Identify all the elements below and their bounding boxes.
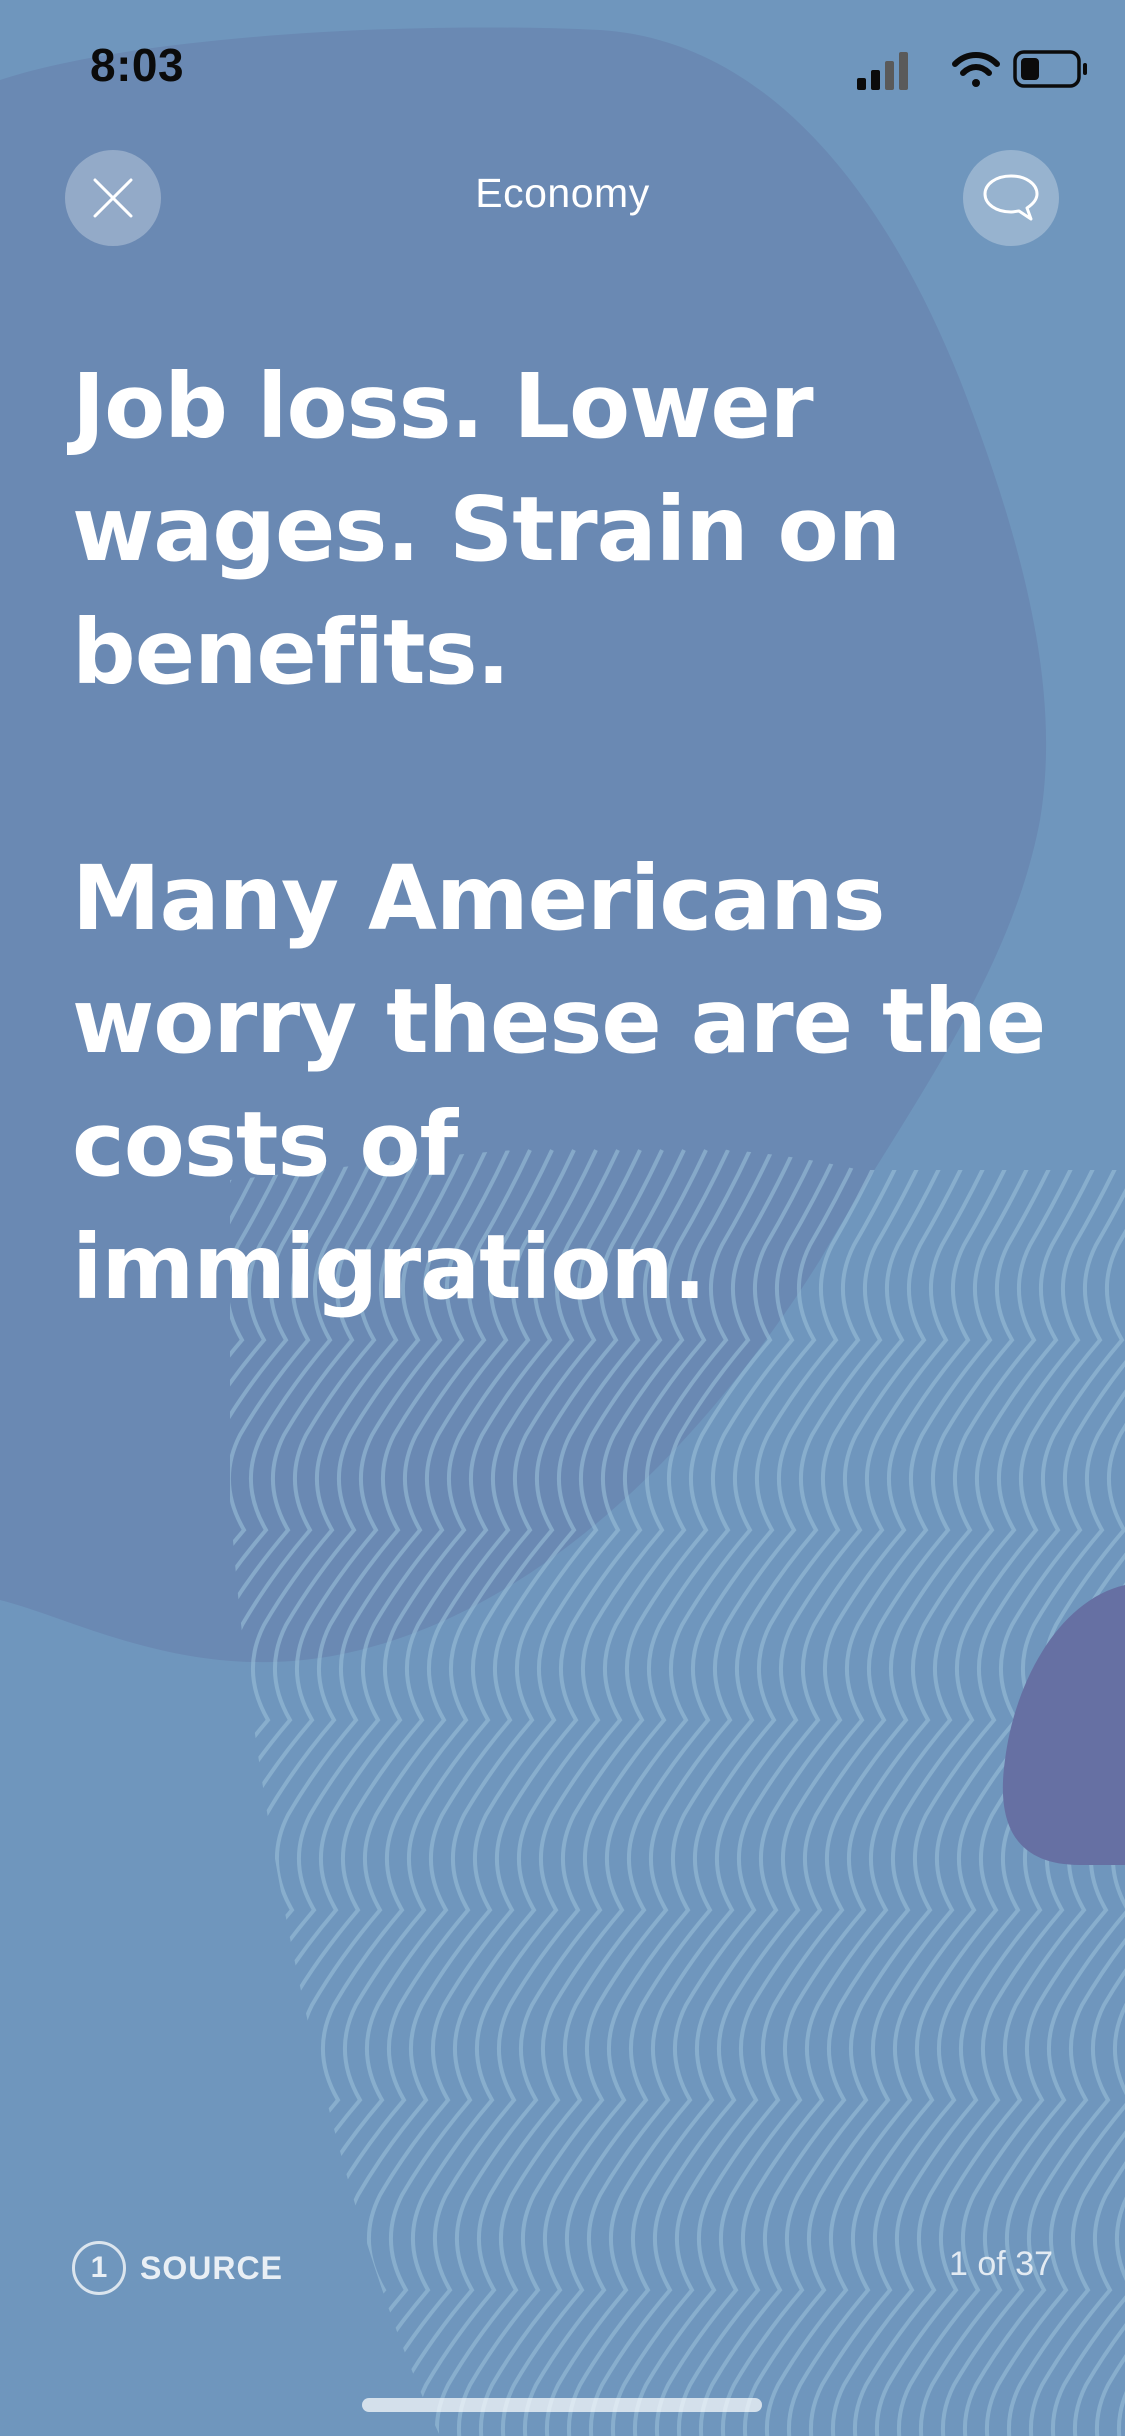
home-indicator[interactable]	[362, 2398, 762, 2412]
story-headline: Job loss. Lower wages. Strain on benefit…	[72, 345, 1072, 1329]
signal-icon	[857, 52, 908, 90]
headline-paragraph: Job loss. Lower wages. Strain on benefit…	[72, 354, 901, 704]
status-time: 8:03	[90, 39, 185, 91]
source-label: SOURCE	[140, 2249, 283, 2286]
headline-paragraph: Many Americans worry these are the costs…	[72, 846, 1046, 1319]
source-button[interactable]: 1 SOURCE	[72, 2238, 283, 2298]
status-icons	[857, 50, 1087, 90]
wifi-icon	[952, 52, 1000, 87]
accent-blob	[1002, 1585, 1125, 1865]
story-card-screen: 8:03 Economy Job loss. Lower wages. Stra…	[0, 0, 1125, 2436]
page-counter: 1 of 37	[949, 2245, 1053, 2283]
category-title: Economy	[475, 170, 650, 216]
comment-button[interactable]	[963, 150, 1059, 246]
source-count-badge: 1	[72, 2241, 126, 2295]
battery-icon	[1013, 50, 1087, 88]
speech-bubble-icon	[983, 174, 1039, 221]
